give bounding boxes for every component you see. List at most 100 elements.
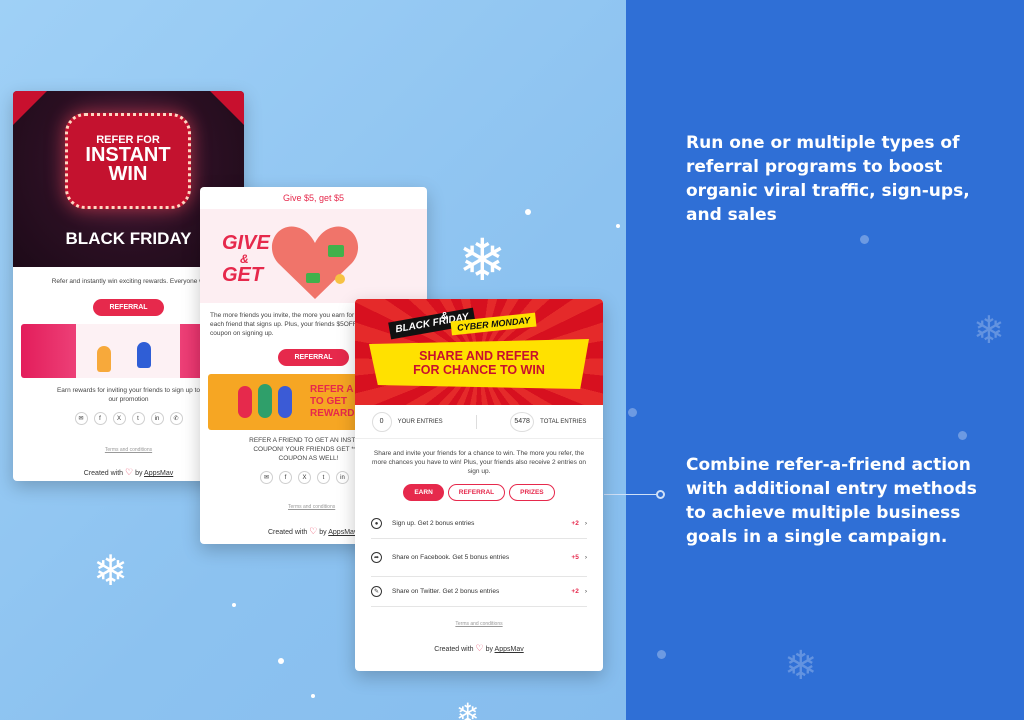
get-text: GET: [222, 264, 264, 286]
badge-big-text: INSTANT WIN: [85, 144, 171, 185]
x-icon[interactable]: X: [112, 412, 126, 425]
email-icon[interactable]: ✉: [260, 471, 273, 484]
snow-dot: [232, 603, 236, 607]
created-with-text: Created with: [83, 470, 124, 477]
user-icon: ●: [371, 518, 382, 529]
headline-text: Run one or multiple types of referral pr…: [686, 133, 970, 225]
divider: [475, 414, 477, 429]
card3-terms-link[interactable]: Terms and conditions: [355, 621, 603, 627]
snow-dot: [311, 694, 315, 698]
instant-win-badge: REFER FOR INSTANT WIN: [65, 113, 191, 209]
chevron-right-icon: ›: [584, 520, 587, 527]
card2-referral-button[interactable]: REFERRAL: [278, 349, 349, 366]
person-illustration: [238, 386, 252, 418]
brand-link[interactable]: AppsMav: [144, 470, 173, 477]
tab-prizes[interactable]: PRIZES: [509, 484, 555, 501]
action-list: ● Sign up. Get 2 bonus entries +2 › ➦ Sh…: [355, 509, 603, 607]
snow-dot: [657, 650, 666, 659]
person-illustration: [278, 386, 292, 418]
tumblr-icon[interactable]: t: [131, 412, 145, 425]
brand-link[interactable]: AppsMav: [328, 529, 357, 536]
snowflake-icon: ❄: [456, 698, 480, 720]
share-refer-banner: SHARE AND REFER FOR CHANCE TO WIN: [369, 339, 589, 389]
connector-line: [604, 494, 660, 495]
heart-icon: ♡: [125, 467, 134, 477]
card2-intro: The more friends you invite, the more yo…: [210, 312, 357, 337]
card1-earn-text: Earn rewards for inviting your friends t…: [56, 387, 201, 403]
illustration-center: [76, 324, 180, 378]
chevron-right-icon: ›: [584, 588, 587, 595]
snow-dot: [628, 408, 637, 417]
corner-decoration: [210, 91, 244, 125]
action-row[interactable]: ✎ Share on Twitter. Get 2 bonus entries …: [371, 577, 587, 607]
card3-intro: Share and invite your friends for a chan…: [372, 450, 586, 475]
banner-line: REWARD: [310, 408, 355, 419]
linkedin-icon[interactable]: in: [150, 412, 164, 425]
action-row[interactable]: ➦ Share on Facebook. Get 5 bonus entries…: [371, 539, 587, 577]
by-text: by: [135, 470, 143, 477]
whatsapp-icon[interactable]: ✆: [169, 412, 183, 425]
action-row[interactable]: ● Sign up. Get 2 bonus entries +2 ›: [371, 509, 587, 539]
facebook-icon[interactable]: f: [93, 412, 107, 425]
by-text: by: [485, 646, 493, 653]
total-entries-value: 5478: [510, 411, 535, 432]
snowflake-icon: ❄: [784, 644, 818, 688]
email-icon[interactable]: ✉: [74, 412, 88, 425]
tab-earn[interactable]: EARN: [403, 484, 444, 501]
amp-text: &: [441, 311, 449, 322]
action-points: +2: [571, 588, 579, 595]
snow-dot: [525, 209, 531, 215]
headline-line: FOR CHANCE TO WIN: [413, 363, 545, 377]
person-illustration: [137, 342, 151, 368]
action-label: Sign up. Get 2 bonus entries: [392, 519, 475, 527]
total-entries-label: TOTAL ENTRIES: [540, 418, 587, 425]
give-get-logo: GIVE & GET: [222, 233, 270, 285]
card3-hero: BLACK FRIDAY & CYBER MONDAY SHARE AND RE…: [355, 299, 603, 405]
tumblr-icon[interactable]: t: [317, 471, 330, 484]
snow-dot: [616, 224, 620, 228]
snow-dot: [860, 235, 869, 244]
by-text: by: [319, 529, 327, 536]
snowflake-icon: ❄: [458, 228, 507, 293]
x-icon[interactable]: X: [298, 471, 311, 484]
tab-referral[interactable]: REFERRAL: [447, 484, 506, 501]
snow-dot: [958, 431, 967, 440]
entries-counter: 0 YOUR ENTRIES 5478 TOTAL ENTRIES: [355, 405, 603, 439]
banner-line: TO GET: [310, 396, 348, 407]
your-entries-label: YOUR ENTRIES: [397, 418, 443, 425]
give-text: GIVE: [222, 232, 270, 254]
action-label: Share on Twitter. Get 2 bonus entries: [392, 587, 500, 595]
your-entries: 0 YOUR ENTRIES: [371, 411, 443, 432]
card2-hero: GIVE & GET: [200, 209, 427, 303]
card3-created-with: Created with ♡ by AppsMav: [355, 643, 603, 654]
snowflake-icon: ❄: [973, 310, 1005, 352]
corner-decoration: [13, 91, 47, 125]
snowflake-icon: ❄: [93, 547, 129, 594]
action-label: Share on Facebook. Get 5 bonus entries: [392, 553, 510, 561]
linkedin-icon[interactable]: in: [336, 471, 349, 484]
card3-tabs: EARN REFERRAL PRIZES: [355, 484, 603, 501]
edit-icon: ✎: [371, 586, 382, 597]
body-text: Combine refer-a-friend action with addit…: [686, 455, 977, 547]
card1-referral-button[interactable]: REFERRAL: [93, 299, 164, 316]
card2-banner-text: REFER A TO GET REWARD: [310, 384, 354, 420]
heart-icon: ♡: [475, 643, 484, 653]
banner-line: REFER A: [310, 384, 354, 395]
action-points: +2: [571, 520, 579, 527]
connector-dot: [656, 490, 665, 499]
action-points: +5: [571, 554, 579, 561]
heart-icon: ♡: [309, 526, 318, 536]
card2-top-text: Give $5, get $5: [282, 193, 345, 203]
total-entries: 5478 TOTAL ENTRIES: [510, 411, 587, 432]
created-with-text: Created with: [268, 529, 308, 536]
headline-line: SHARE AND REFER: [419, 349, 539, 363]
person-illustration: [97, 346, 111, 372]
facebook-icon[interactable]: f: [279, 471, 292, 484]
created-with-text: Created with: [434, 646, 474, 653]
brand-link[interactable]: AppsMav: [495, 646, 524, 653]
heart-illustration: [271, 226, 359, 299]
chevron-right-icon: ›: [584, 554, 587, 561]
snow-dot: [278, 658, 284, 664]
your-entries-value: 0: [371, 411, 392, 432]
share-refer-card: BLACK FRIDAY & CYBER MONDAY SHARE AND RE…: [355, 299, 603, 671]
